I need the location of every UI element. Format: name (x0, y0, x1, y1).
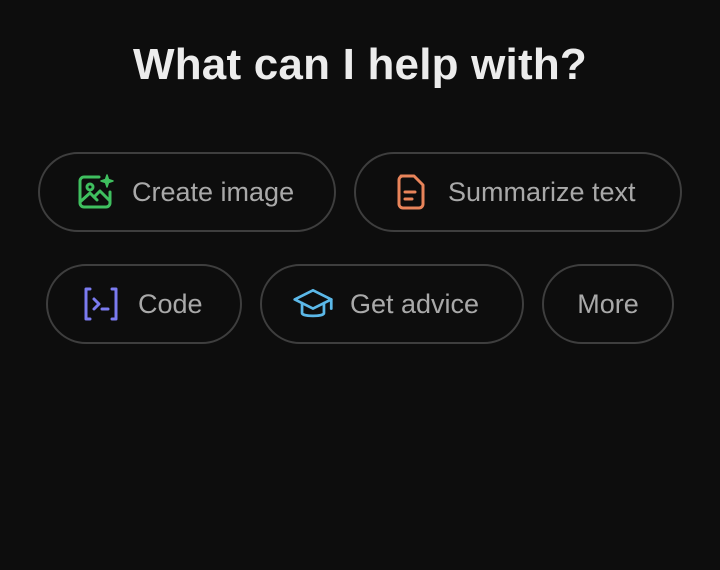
create-image-label: Create image (132, 176, 295, 207)
code-button[interactable]: Code (46, 264, 242, 344)
suggestion-row-1: Create image Summarize text (0, 152, 720, 232)
get-advice-label: Get advice (350, 288, 480, 319)
suggestion-row-2: Code Get advice More (0, 264, 720, 344)
document-icon (390, 171, 432, 213)
more-button[interactable]: More (542, 264, 674, 344)
page-title: What can I help with? (133, 40, 587, 89)
image-sparkle-icon (74, 171, 116, 213)
get-advice-button[interactable]: Get advice (260, 264, 524, 344)
create-image-button[interactable]: Create image (38, 152, 336, 232)
summarize-text-label: Summarize text (448, 176, 636, 207)
graduation-cap-icon (292, 283, 334, 325)
terminal-code-icon (80, 283, 122, 325)
summarize-text-button[interactable]: Summarize text (354, 152, 682, 232)
more-label: More (577, 288, 639, 319)
code-label: Code (138, 288, 203, 319)
